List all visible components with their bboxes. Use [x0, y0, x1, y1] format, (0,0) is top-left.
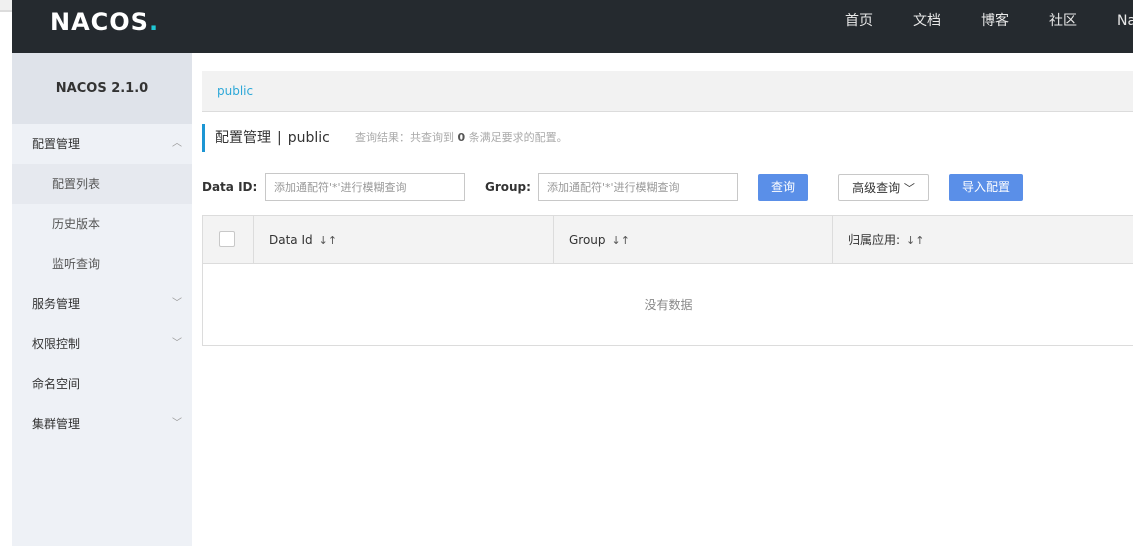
sidebar-item-service-management[interactable]: 服务管理 ﹀: [12, 284, 192, 324]
nav-blog[interactable]: 博客: [981, 0, 1009, 53]
sidebar-item-label: 服务管理: [32, 297, 81, 311]
data-id-label: Data ID:: [202, 180, 258, 194]
sidebar-item-permission-control[interactable]: 权限控制 ﹀: [12, 324, 192, 364]
chevron-down-icon: ﹀: [172, 418, 182, 429]
sidebar-item-cluster-management[interactable]: 集群管理 ﹀: [12, 404, 192, 444]
empty-table-message: 没有数据: [644, 298, 693, 312]
column-header-data-id[interactable]: Data Id ↓↑: [254, 216, 554, 264]
sidebar-item-label: 监听查询: [52, 257, 101, 271]
background-window-strip: [0, 0, 12, 10]
chevron-down-icon: ﹀: [903, 182, 915, 195]
background-window-body: [0, 12, 12, 546]
sidebar-item-label: 命名空间: [32, 377, 81, 391]
config-table: Data Id ↓↑ Group ↓↑ 归属应用: ↓↑ 没有数据: [202, 215, 1133, 346]
sidebar-item-label: 配置列表: [52, 177, 101, 191]
nacos-logo[interactable]: NACOS.: [50, 8, 159, 36]
result-suffix: 条满足要求的配置。: [468, 131, 568, 144]
sidebar-menu: 配置管理 ︿ 配置列表 历史版本 监听查询 服务管理 ﹀ 权限控制 ﹀ 命名空间…: [12, 124, 192, 444]
import-config-button[interactable]: 导入配置: [949, 174, 1023, 201]
group-label: Group:: [485, 180, 531, 194]
column-label: Group: [569, 233, 606, 247]
chevron-up-icon: ︿: [172, 138, 182, 149]
data-id-input[interactable]: [265, 173, 465, 201]
column-header-app[interactable]: 归属应用: ↓↑: [833, 216, 1133, 264]
page-title: 配置管理 | public: [215, 124, 330, 152]
table-header: Data Id ↓↑ Group ↓↑ 归属应用: ↓↑: [203, 216, 1133, 264]
nav-community[interactable]: 社区: [1049, 0, 1077, 53]
nav-home[interactable]: 首页: [845, 0, 873, 53]
title-separator: |: [277, 130, 282, 146]
logo-text: NACOS: [50, 8, 149, 36]
group-input[interactable]: [538, 173, 738, 201]
sidebar-item-label: 历史版本: [52, 217, 101, 231]
namespace-breadcrumb-bar: public: [202, 71, 1133, 112]
sidebar-item-config-management[interactable]: 配置管理 ︿: [12, 124, 192, 164]
sidebar-item-label: 配置管理: [32, 137, 81, 151]
advanced-query-button[interactable]: 高级查询 ﹀: [838, 174, 929, 201]
advanced-query-label: 高级查询: [852, 181, 901, 195]
nav-docs[interactable]: 文档: [913, 0, 941, 53]
sort-icon[interactable]: ↓↑: [612, 234, 630, 247]
page-title-text: 配置管理: [215, 130, 271, 146]
sidebar-item-namespace[interactable]: 命名空间: [12, 364, 192, 404]
sidebar-item-listener-query[interactable]: 监听查询: [12, 244, 192, 284]
nav-truncated-item[interactable]: Na: [1117, 0, 1133, 53]
sidebar: NACOS 2.1.0 配置管理 ︿ 配置列表 历史版本 监听查询 服务管理 ﹀…: [12, 53, 192, 546]
main-content: public 配置管理 | public 查询结果：共查询到 0 条满足要求的配置。…: [192, 53, 1133, 546]
sidebar-item-label: 权限控制: [32, 337, 81, 351]
namespace-link-public[interactable]: public: [217, 71, 253, 112]
result-count: 0: [457, 131, 466, 144]
sort-icon[interactable]: ↓↑: [906, 234, 924, 247]
query-result-summary: 查询结果：共查询到 0 条满足要求的配置。: [355, 124, 568, 152]
chevron-down-icon: ﹀: [172, 338, 182, 349]
page-title-namespace: public: [287, 130, 330, 146]
top-navbar: NACOS. 首页 文档 博客 社区 Na: [12, 0, 1133, 53]
query-button[interactable]: 查询: [758, 174, 808, 201]
result-prefix: 查询结果：共查询到: [355, 131, 454, 144]
column-label: Data Id: [269, 233, 313, 247]
chevron-down-icon: ﹀: [172, 298, 182, 309]
logo-dot: .: [148, 8, 160, 36]
column-label: 归属应用:: [848, 233, 901, 247]
column-header-group[interactable]: Group ↓↑: [554, 216, 833, 264]
sidebar-item-config-list[interactable]: 配置列表: [12, 164, 192, 204]
sidebar-version-title: NACOS 2.1.0: [12, 53, 192, 124]
title-accent-bar: [202, 124, 205, 152]
select-all-cell: [203, 216, 254, 264]
sidebar-item-history[interactable]: 历史版本: [12, 204, 192, 244]
select-all-checkbox[interactable]: [219, 231, 235, 247]
sidebar-item-label: 集群管理: [32, 417, 81, 431]
sort-icon[interactable]: ↓↑: [319, 234, 337, 247]
